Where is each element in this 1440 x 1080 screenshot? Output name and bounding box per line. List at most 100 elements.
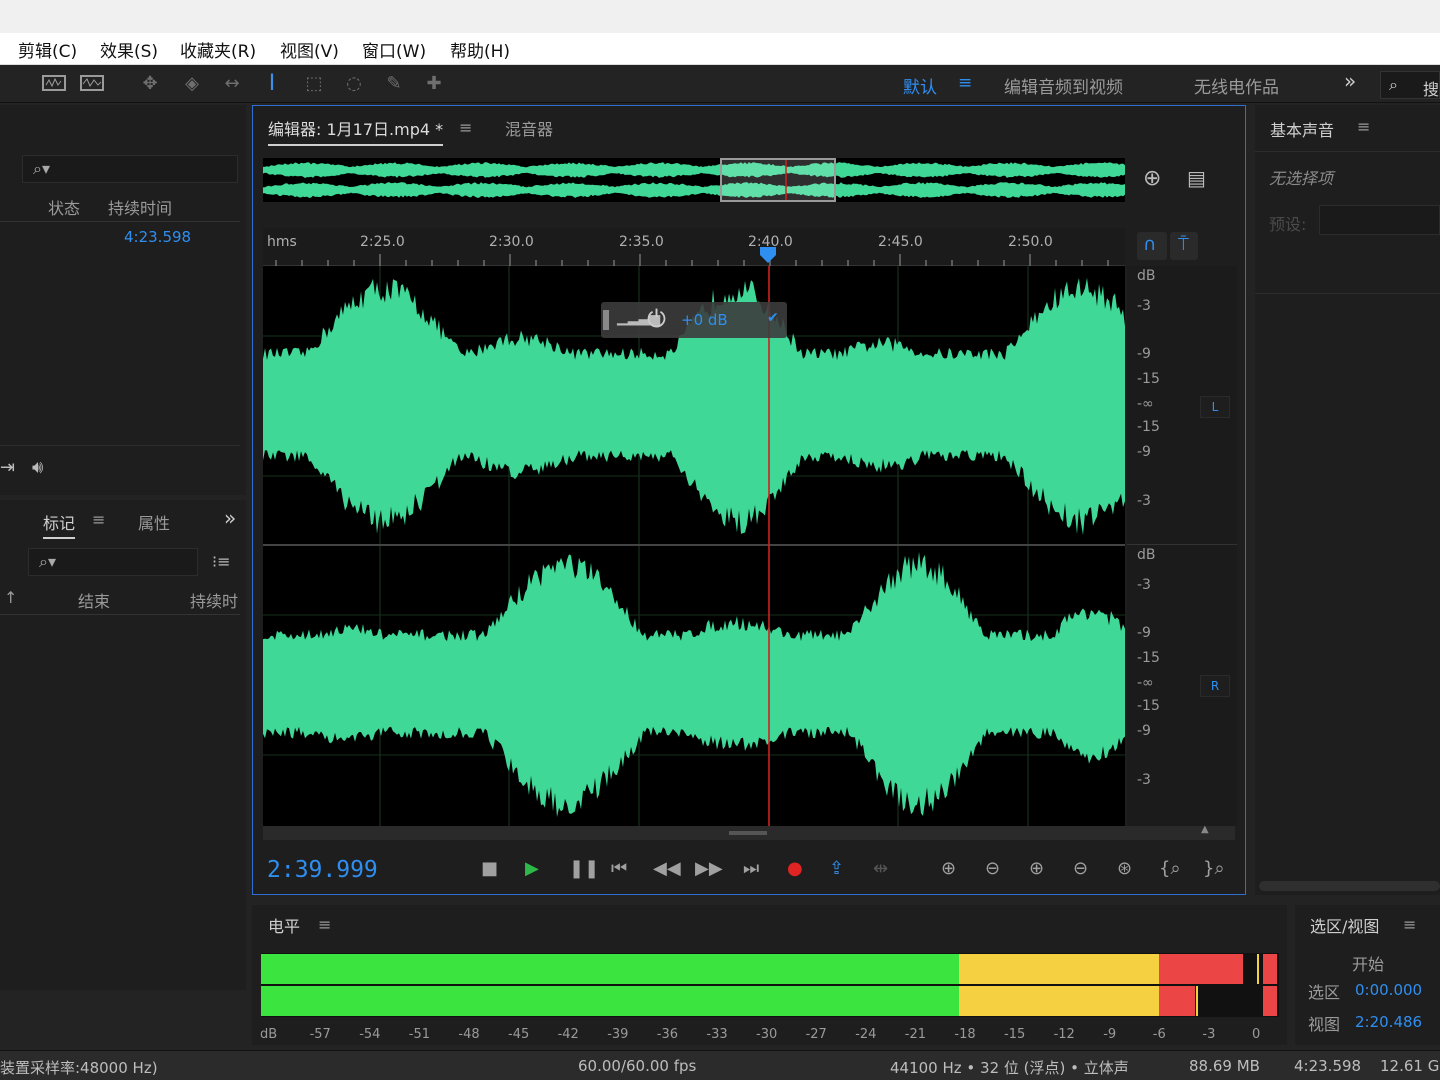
help-search-box[interactable]: ⌕ 搜 — [1380, 71, 1440, 99]
time-selection-tool-icon[interactable]: I — [260, 73, 284, 95]
essential-sound-title[interactable]: 基本声音 — [1270, 117, 1334, 141]
selection-view-title[interactable]: 选区/视图 — [1310, 913, 1379, 937]
overview-settings-icon[interactable]: ▤ — [1187, 166, 1206, 190]
menu-favorites[interactable]: 收藏夹(R) — [180, 37, 256, 62]
time-ruler[interactable]: hms 2:25.0 2:30.0 2:35.0 2:40.0 2:45.0 2… — [263, 228, 1125, 266]
brush-tool-icon[interactable]: ✎ — [382, 73, 406, 95]
menu-help[interactable]: 帮助(H) — [450, 37, 510, 62]
workspace-menu-icon[interactable]: ≡ — [958, 73, 972, 93]
markers-col-end[interactable]: 结束 — [78, 588, 110, 612]
zoom-out-time-icon[interactable]: ⊖ — [1073, 858, 1088, 879]
razor-tool-icon[interactable]: ◈ — [180, 73, 204, 95]
workspace-default[interactable]: 默认 — [903, 73, 937, 98]
waveform-display[interactable]: ▁▂▃▅ ⏻ +0 dB ✔ — [263, 266, 1125, 826]
gain-hud[interactable]: ▁▂▃▅ ⏻ +0 dB ✔ — [601, 302, 787, 338]
zoom-out-point-icon[interactable]: }⌕ — [1203, 858, 1225, 879]
slip-tool-icon[interactable]: ↔ — [220, 73, 244, 95]
gain-knob-icon[interactable]: ⏻ — [647, 305, 666, 333]
row-view-label: 视图 — [1308, 1015, 1341, 1034]
fast-forward-icon[interactable]: ▶▶ — [695, 858, 723, 879]
scroll-up-icon[interactable]: ▲ — [1201, 824, 1209, 835]
spectral-view-icon[interactable] — [80, 73, 104, 95]
loop-playback-icon[interactable]: ⇪ — [829, 858, 844, 879]
levels-menu-icon[interactable]: ≡ — [318, 915, 331, 934]
meter-right-clip — [1263, 986, 1277, 1016]
menu-effects[interactable]: 效果(S) — [100, 37, 158, 62]
selection-view-menu-icon[interactable]: ≡ — [1403, 915, 1416, 934]
workspace-radio-production[interactable]: 无线电作品 — [1194, 73, 1279, 98]
skip-selection-icon[interactable]: ⇹ — [873, 858, 888, 879]
horizontal-scrollbar[interactable]: ▲ — [263, 824, 1235, 840]
editor-menu-icon[interactable]: ≡ — [459, 118, 472, 137]
record-icon[interactable]: ● — [787, 858, 803, 879]
files-search-input[interactable]: ⌕▾ — [22, 155, 238, 183]
markers-overflow-icon[interactable]: » — [224, 506, 236, 530]
tab-editor[interactable]: 编辑器: 1月17日.mp4 * — [268, 116, 444, 146]
tab-markers[interactable]: 标记 — [43, 510, 76, 539]
gain-value[interactable]: +0 dB — [681, 311, 728, 329]
menu-clip[interactable]: 剪辑(C) — [18, 37, 77, 62]
play-icon[interactable]: ▶ — [525, 858, 539, 879]
waveform-overview[interactable] — [263, 158, 1125, 202]
menu-window[interactable]: 窗口(W) — [362, 37, 426, 62]
meter-left-yellow — [959, 954, 1159, 984]
panel-scrollbar[interactable] — [1259, 881, 1440, 891]
level-scale-label: -36 — [656, 1027, 679, 1042]
db-label: -9 — [1137, 444, 1151, 460]
menu-view[interactable]: 视图(V) — [280, 37, 339, 62]
move-tool-icon[interactable]: ✥ — [138, 73, 162, 95]
files-col-duration[interactable]: 持续时间 — [108, 195, 172, 219]
snap-toggle[interactable]: ∩ — [1137, 232, 1167, 260]
meter-left-red — [1159, 954, 1243, 984]
tick-label: 2:30.0 — [489, 234, 534, 250]
zoom-selection-icon[interactable]: ⊛ — [1117, 858, 1132, 879]
autoplay-speaker-icon[interactable]: 🔊︎ — [32, 457, 43, 478]
channel-right-toggle[interactable]: R — [1200, 675, 1230, 697]
playhead-handle[interactable] — [759, 246, 777, 264]
rewind-icon[interactable]: ◀◀ — [653, 858, 681, 879]
tick-label: 2:35.0 — [619, 234, 664, 250]
view-start-value[interactable]: 2:20.486 — [1355, 1013, 1422, 1031]
tab-mixer[interactable]: 混音器 — [505, 116, 553, 140]
insert-into-multitrack-icon[interactable]: ⇥ — [0, 457, 15, 478]
marker-pin-toggle[interactable]: ⍑ — [1170, 232, 1198, 260]
tab-properties[interactable]: 属性 — [138, 510, 170, 534]
preset-dropdown[interactable] — [1319, 205, 1440, 235]
selection-start-value[interactable]: 0:00.000 — [1355, 981, 1422, 999]
go-to-start-icon[interactable]: ⏮ — [611, 858, 627, 879]
hud-handle[interactable] — [603, 310, 609, 330]
file-duration-value[interactable]: 4:23.598 — [124, 228, 191, 246]
levels-title[interactable]: 电平 — [268, 913, 300, 937]
waveform-view-icon[interactable] — [42, 73, 66, 95]
zoom-selection-icon[interactable]: ⊕ — [1143, 166, 1161, 191]
scroll-thumb[interactable] — [729, 831, 767, 835]
go-to-end-icon[interactable]: ⏭ — [743, 858, 759, 879]
audio-format: 44100 Hz • 32 位 (浮点) • 立体声 — [890, 1059, 1129, 1077]
lasso-tool-icon[interactable]: ◌ — [342, 73, 366, 95]
workspace-overflow-icon[interactable]: » — [1344, 69, 1356, 93]
zoom-in-amplitude-icon[interactable]: ⊕ — [941, 858, 956, 879]
marker-filter-icon[interactable]: ⁝≡ — [212, 552, 231, 571]
essential-sound-menu-icon[interactable]: ≡ — [1357, 117, 1370, 136]
workspace-edit-audio-to-video[interactable]: 编辑音频到视频 — [1004, 73, 1123, 98]
markers-menu-icon[interactable]: ≡ — [92, 510, 105, 529]
markers-search-input[interactable]: ⌕▾ — [28, 548, 198, 576]
zoom-in-time-icon[interactable]: ⊕ — [1029, 858, 1044, 879]
hud-pin-icon[interactable]: ✔ — [767, 310, 779, 326]
spot-healing-icon[interactable]: ✚ — [422, 73, 446, 95]
current-time-display[interactable]: 2:39.999 — [267, 857, 378, 883]
db-label: -∞ — [1137, 396, 1154, 412]
levels-panel: 电平 ≡ dB -57 -54 -51 -48 -45 -42 -39 -36 -33 -30 -27… — [252, 905, 1287, 1045]
overview-view-range[interactable] — [720, 158, 836, 202]
zoom-in-point-icon[interactable]: {⌕ — [1159, 858, 1181, 879]
waveform-svg — [263, 266, 1125, 826]
marquee-tool-icon[interactable]: ⬚ — [302, 73, 326, 95]
zoom-out-amplitude-icon[interactable]: ⊖ — [985, 858, 1000, 879]
tick-label: 2:45.0 — [878, 234, 923, 250]
stop-icon[interactable]: ■ — [481, 858, 498, 879]
sort-arrow-icon[interactable]: ↑ — [4, 588, 17, 607]
pause-icon[interactable]: ❚❚ — [569, 858, 599, 879]
markers-col-duration[interactable]: 持续时 — [190, 588, 238, 612]
channel-left-toggle[interactable]: L — [1200, 396, 1230, 418]
files-col-status[interactable]: 状态 — [48, 195, 80, 219]
